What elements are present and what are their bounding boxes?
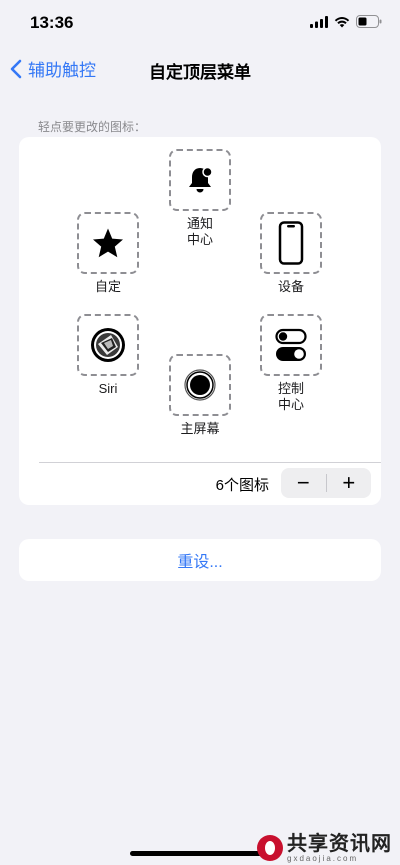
- slot-label: 控制 中心: [277, 381, 304, 412]
- slot-notification-center[interactable]: 通知 中心: [168, 149, 232, 248]
- status-icons: [310, 15, 382, 28]
- watermark-url: gxdaojia.com: [287, 854, 359, 863]
- reset-button[interactable]: 重设...: [19, 539, 381, 581]
- reset-label: 重设...: [177, 554, 223, 571]
- slot-box: [77, 212, 139, 274]
- slot-label: 通知 中心: [186, 216, 213, 247]
- slot-siri[interactable]: Siri: [76, 314, 140, 397]
- iphone-icon: [278, 221, 304, 265]
- status-bar: 13:36: [0, 0, 400, 46]
- decrement-button[interactable]: −: [281, 468, 326, 498]
- watermark-text: 共享资讯网 gxdaojia.com: [287, 832, 392, 863]
- slot-label: 主屏幕: [180, 421, 220, 436]
- siri-icon: [91, 328, 125, 362]
- toggles-icon: [275, 328, 307, 361]
- slot-box: [77, 314, 139, 376]
- battery-icon: [356, 15, 382, 28]
- watermark-title: 共享资讯网: [287, 831, 392, 855]
- section-hint: 轻点要更改的图标：: [38, 120, 147, 134]
- star-icon: [93, 228, 123, 258]
- slot-box: [169, 149, 231, 211]
- bell-icon: [189, 166, 213, 193]
- slot-label: Siri: [98, 381, 118, 396]
- icon-count-label: 6个图标: [215, 477, 269, 494]
- slot-box: [260, 314, 322, 376]
- slot-label: 自定: [94, 279, 121, 294]
- status-time: 13:36: [30, 13, 74, 32]
- site-watermark: 共享资讯网 gxdaojia.com: [257, 832, 392, 863]
- slot-box: [169, 354, 231, 416]
- slot-box: [260, 212, 322, 274]
- divider: [39, 462, 381, 463]
- slot-custom[interactable]: 自定: [76, 212, 140, 295]
- home-indicator: [130, 851, 270, 856]
- increment-button[interactable]: +: [327, 468, 372, 498]
- navigation-bar: 辅助触控 自定顶层菜单: [0, 52, 400, 86]
- slot-label: 设备: [277, 279, 304, 294]
- watermark-logo-icon: [257, 834, 283, 861]
- icon-count-stepper[interactable]: − +: [281, 468, 371, 498]
- page-title: 自定顶层菜单: [149, 63, 251, 82]
- cellular-signal-icon: [310, 15, 328, 28]
- slot-home[interactable]: 主屏幕: [168, 354, 232, 437]
- wifi-icon: [334, 16, 350, 27]
- slot-control-center[interactable]: 控制 中心: [259, 314, 323, 413]
- home-button-icon: [184, 369, 216, 401]
- icon-arrangement-card: 通知 中心 设备 控制 中心 主屏幕 Siri 自定 6个图标 − +: [19, 137, 381, 505]
- slot-device[interactable]: 设备: [259, 212, 323, 295]
